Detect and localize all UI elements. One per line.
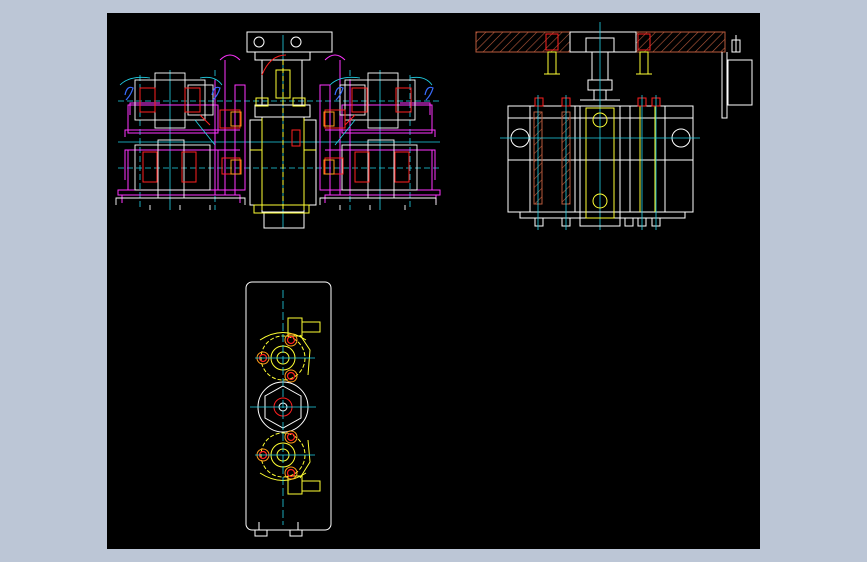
bolts-top xyxy=(544,51,652,75)
front-section-view[interactable] xyxy=(115,31,441,229)
block-hatch xyxy=(533,111,571,205)
block-bolts-bottom xyxy=(534,217,661,227)
block-red xyxy=(534,97,661,107)
cad-drawing xyxy=(115,22,753,537)
pulley-upper xyxy=(259,317,321,381)
center-cylinder xyxy=(246,31,333,229)
center-lines xyxy=(118,35,440,228)
top-view-bolts-bottom xyxy=(254,522,303,537)
bracket xyxy=(721,35,753,119)
viewer-frame xyxy=(0,0,867,562)
top-view[interactable] xyxy=(245,281,332,537)
top-view-center-lines xyxy=(250,290,316,525)
side-view[interactable] xyxy=(475,22,753,230)
pulley-lower xyxy=(259,432,321,495)
cad-canvas[interactable] xyxy=(107,13,760,549)
